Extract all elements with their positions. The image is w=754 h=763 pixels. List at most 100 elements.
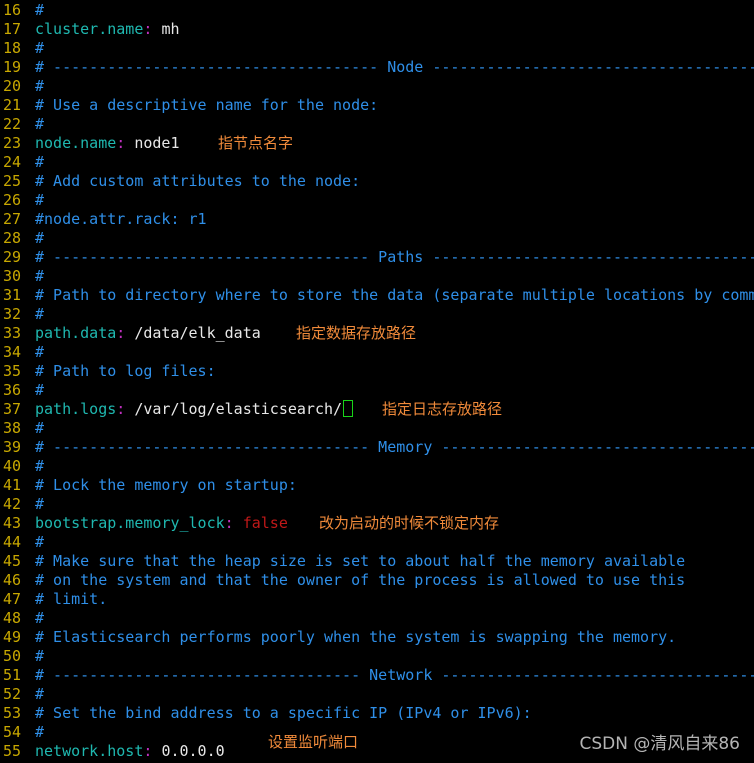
line-number: 31 bbox=[2, 286, 21, 304]
line-number: 50 bbox=[2, 647, 21, 665]
line-number: 25 bbox=[2, 172, 21, 190]
line-number: 29 bbox=[2, 248, 21, 266]
comment-text: # ----------------------------------- Me… bbox=[35, 438, 754, 456]
editor-line: 20 # bbox=[0, 77, 754, 96]
editor-line: 34 # bbox=[0, 343, 754, 362]
line-number: 43 bbox=[2, 514, 21, 532]
line-number: 18 bbox=[2, 39, 21, 57]
editor-line: 29 # ----------------------------------- … bbox=[0, 248, 754, 267]
editor-line: 24 # bbox=[0, 153, 754, 172]
line-number: 42 bbox=[2, 495, 21, 513]
comment-text: # Lock the memory on startup: bbox=[35, 476, 297, 494]
editor-line: 22 # bbox=[0, 115, 754, 134]
config-value: /data/elk_data bbox=[134, 324, 261, 342]
comment-text: # bbox=[35, 77, 45, 95]
comment-text: # ----------------------------------- Pa… bbox=[35, 248, 754, 266]
editor-line: 46 # on the system and that the owner of … bbox=[0, 571, 754, 590]
editor-line: 41 # Lock the memory on startup: bbox=[0, 476, 754, 495]
editor-line: 49 # Elasticsearch performs poorly when t… bbox=[0, 628, 754, 647]
line-number: 41 bbox=[2, 476, 21, 494]
config-key: node.name bbox=[35, 134, 117, 152]
comment-text: # bbox=[35, 533, 45, 551]
line-number: 17 bbox=[2, 20, 21, 38]
comment-text: # Use a descriptive name for the node: bbox=[35, 96, 379, 114]
comment-text: # Path to directory where to store the d… bbox=[35, 286, 754, 304]
config-value: mh bbox=[161, 20, 180, 38]
editor-line: 47 # limit. bbox=[0, 590, 754, 609]
line-number: 28 bbox=[2, 229, 21, 247]
comment-text: # bbox=[35, 609, 45, 627]
comment-text: # limit. bbox=[35, 590, 108, 608]
editor-line: 31 # Path to directory where to store the… bbox=[0, 286, 754, 305]
comment-text: # bbox=[35, 39, 45, 57]
editor-lines: 16 #17 cluster.name: mh 18 #19 # ------------… bbox=[0, 1, 754, 761]
annotation-note: 指节点名字 bbox=[218, 134, 294, 152]
line-number: 38 bbox=[2, 419, 21, 437]
config-key: path.logs bbox=[35, 400, 117, 418]
editor-line: 26 # bbox=[0, 191, 754, 210]
line-number: 32 bbox=[2, 305, 21, 323]
comment-text: # ------------------------------------ N… bbox=[35, 58, 754, 76]
editor-line: 35 # Path to log files: bbox=[0, 362, 754, 381]
config-key: cluster.name bbox=[35, 20, 144, 38]
comment-text: # bbox=[35, 1, 45, 19]
line-number: 33 bbox=[2, 324, 21, 342]
config-key: network.host bbox=[35, 742, 144, 760]
line-number: 37 bbox=[2, 400, 21, 418]
comment-text: # bbox=[35, 495, 45, 513]
annotation-note: 指定日志存放路径 bbox=[382, 400, 503, 418]
line-number: 40 bbox=[2, 457, 21, 475]
line-number: 21 bbox=[2, 96, 21, 114]
editor-line: 45 # Make sure that the heap size is set … bbox=[0, 552, 754, 571]
line-number: 47 bbox=[2, 590, 21, 608]
line-number: 54 bbox=[2, 723, 21, 741]
comment-text: # bbox=[35, 115, 45, 133]
line-number: 22 bbox=[2, 115, 21, 133]
colon-separator: : bbox=[143, 20, 162, 38]
editor-line: 28 # bbox=[0, 229, 754, 248]
editor-line: 25 # Add custom attributes to the node: bbox=[0, 172, 754, 191]
line-number: 46 bbox=[2, 571, 21, 589]
editor-line: 39 # ----------------------------------- … bbox=[0, 438, 754, 457]
line-number: 52 bbox=[2, 685, 21, 703]
comment-text: # bbox=[35, 153, 45, 171]
colon-separator: : bbox=[116, 324, 135, 342]
line-number: 26 bbox=[2, 191, 21, 209]
editor-line: 38 # bbox=[0, 419, 754, 438]
editor-line: 36 # bbox=[0, 381, 754, 400]
editor-line: 30 # bbox=[0, 267, 754, 286]
comment-text: # Make sure that the heap size is set to… bbox=[35, 552, 686, 570]
comment-text: # on the system and that the owner of th… bbox=[35, 571, 686, 589]
comment-text: # bbox=[35, 343, 45, 361]
editor-line: 48 # bbox=[0, 609, 754, 628]
editor-line: 52 # bbox=[0, 685, 754, 704]
config-value: /var/log/elasticsearch/ bbox=[134, 400, 343, 418]
editor-line: 19 # ------------------------------------… bbox=[0, 58, 754, 77]
comment-text: # Set the bind address to a specific IP … bbox=[35, 704, 532, 722]
config-key: bootstrap.memory_lock bbox=[35, 514, 225, 532]
comment-text: # bbox=[35, 723, 45, 741]
csdn-watermark: CSDN @清风自来86 bbox=[579, 734, 740, 754]
config-value: 0.0.0.0 bbox=[161, 742, 225, 760]
line-number: 55 bbox=[2, 742, 21, 760]
config-value: node1 bbox=[134, 134, 180, 152]
colon-separator: : bbox=[116, 134, 135, 152]
editor-line: 37 path.logs: /var/log/elasticsearch/指定日志… bbox=[0, 400, 754, 419]
colon-separator: : bbox=[224, 514, 243, 532]
colon-separator: : bbox=[143, 742, 162, 760]
line-number: 39 bbox=[2, 438, 21, 456]
line-number: 45 bbox=[2, 552, 21, 570]
comment-text: # bbox=[35, 381, 45, 399]
editor-line: 27 #node.attr.rack: r1 bbox=[0, 210, 754, 229]
line-number: 24 bbox=[2, 153, 21, 171]
line-number: 35 bbox=[2, 362, 21, 380]
comment-text: # bbox=[35, 267, 45, 285]
editor-line: 21 # Use a descriptive name for the node: bbox=[0, 96, 754, 115]
line-number: 48 bbox=[2, 609, 21, 627]
terminal-editor[interactable]: 16 #17 cluster.name: mh 18 #19 # ------------… bbox=[0, 1, 754, 763]
comment-text: # ---------------------------------- Net… bbox=[35, 666, 754, 684]
editor-line: 17 cluster.name: mh bbox=[0, 20, 754, 39]
editor-line: 42 # bbox=[0, 495, 754, 514]
line-number: 36 bbox=[2, 381, 21, 399]
editor-line: 23 node.name: node1 指节点名字 bbox=[0, 134, 754, 153]
